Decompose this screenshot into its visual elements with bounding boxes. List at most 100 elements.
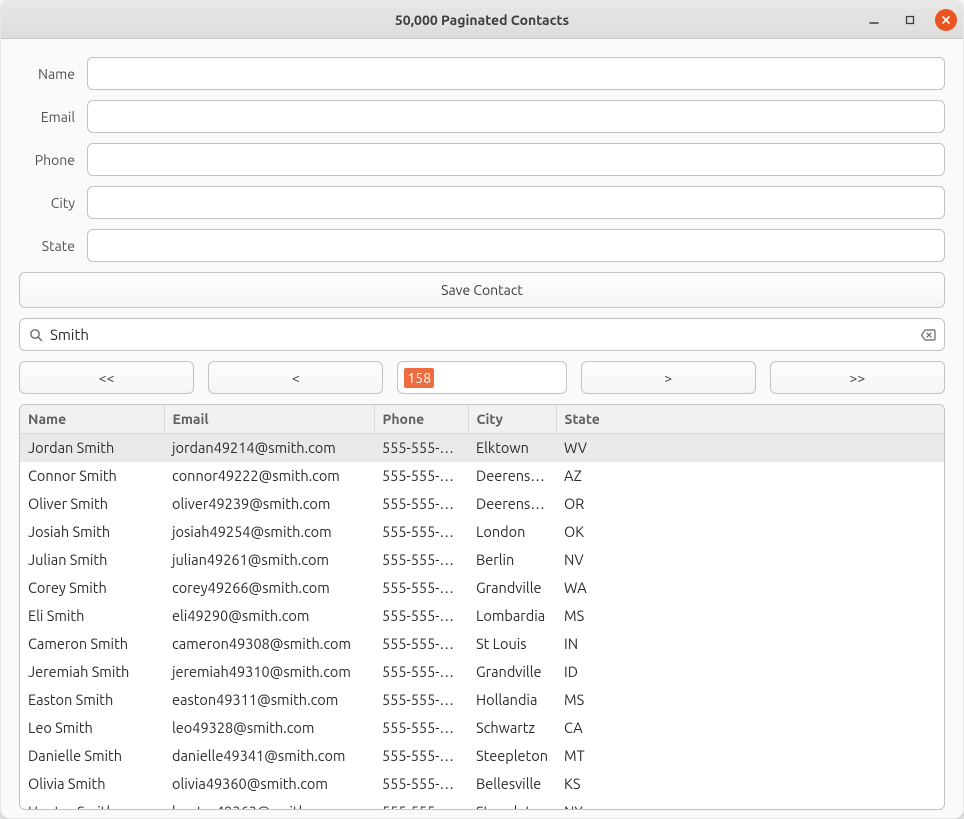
header-state[interactable]: State	[556, 405, 944, 434]
table-row[interactable]: Jeremiah Smithjeremiah49310@smith.com555…	[20, 658, 944, 686]
table-row[interactable]: Easton Smitheaston49311@smith.com555-555…	[20, 686, 944, 714]
cell-phone: 555-555-5555	[374, 490, 468, 518]
state-label: State	[19, 238, 75, 254]
cell-name: Leo Smith	[20, 714, 164, 742]
save-button[interactable]: Save Contact	[19, 272, 945, 308]
name-input[interactable]	[87, 57, 945, 90]
header-email[interactable]: Email	[164, 405, 374, 434]
cell-city: Grandville	[468, 574, 556, 602]
cell-phone: 555-555-5555	[374, 462, 468, 490]
save-button-wrap: Save Contact	[19, 272, 945, 308]
table-row[interactable]: Danielle Smithdanielle49341@smith.com555…	[20, 742, 944, 770]
name-label: Name	[19, 66, 75, 82]
email-label: Email	[19, 109, 75, 125]
cell-city: Steepleton	[468, 742, 556, 770]
cell-phone: 555-555-5555	[374, 546, 468, 574]
state-input[interactable]	[87, 229, 945, 262]
header-phone[interactable]: Phone	[374, 405, 468, 434]
table-row[interactable]: Oliver Smitholiver49239@smith.com555-555…	[20, 490, 944, 518]
cell-name: Olivia Smith	[20, 770, 164, 798]
state-row: State	[19, 229, 945, 262]
cell-state: WA	[556, 574, 944, 602]
phone-row: Phone	[19, 143, 945, 176]
search-icon	[28, 327, 44, 343]
last-page-button[interactable]: >>	[770, 361, 945, 394]
cell-name: Hunter Smith	[20, 798, 164, 810]
cell-city: Grandville	[468, 658, 556, 686]
cell-state: IN	[556, 630, 944, 658]
cell-city: Schwartz	[468, 714, 556, 742]
cell-email: corey49266@smith.com	[164, 574, 374, 602]
cell-phone: 555-555-5555	[374, 686, 468, 714]
cell-state: NV	[556, 546, 944, 574]
email-input[interactable]	[87, 100, 945, 133]
cell-email: jordan49214@smith.com	[164, 434, 374, 463]
cell-name: Jordan Smith	[20, 434, 164, 463]
cell-city: Deerenstein	[468, 462, 556, 490]
table-row[interactable]: Hunter Smithhunter49363@smith.com555-555…	[20, 798, 944, 810]
table-row[interactable]: Eli Smitheli49290@smith.com555-555-5555L…	[20, 602, 944, 630]
cell-email: josiah49254@smith.com	[164, 518, 374, 546]
minimize-icon	[867, 13, 881, 27]
clear-search-button[interactable]	[920, 327, 936, 343]
cell-name: Julian Smith	[20, 546, 164, 574]
cell-phone: 555-555-5555	[374, 770, 468, 798]
cell-email: danielle49341@smith.com	[164, 742, 374, 770]
cell-email: olivia49360@smith.com	[164, 770, 374, 798]
cell-email: julian49261@smith.com	[164, 546, 374, 574]
table-row[interactable]: Connor Smithconnor49222@smith.com555-555…	[20, 462, 944, 490]
maximize-button[interactable]	[899, 9, 921, 31]
search-field	[19, 318, 945, 351]
cell-phone: 555-555-5555	[374, 602, 468, 630]
backspace-icon	[920, 328, 936, 342]
cell-city: Steepleton	[468, 798, 556, 810]
cell-city: St Louis	[468, 630, 556, 658]
cell-email: easton49311@smith.com	[164, 686, 374, 714]
table-row[interactable]: Cameron Smithcameron49308@smith.com555-5…	[20, 630, 944, 658]
minimize-button[interactable]	[863, 9, 885, 31]
cell-phone: 555-555-5555	[374, 714, 468, 742]
first-page-button[interactable]: <<	[19, 361, 194, 394]
cell-name: Connor Smith	[20, 462, 164, 490]
table-row[interactable]: Corey Smithcorey49266@smith.com555-555-5…	[20, 574, 944, 602]
cell-state: MS	[556, 602, 944, 630]
app-window: 50,000 Paginated Contacts	[0, 0, 964, 819]
city-input[interactable]	[87, 186, 945, 219]
close-button[interactable]	[935, 9, 957, 31]
cell-email: leo49328@smith.com	[164, 714, 374, 742]
maximize-icon	[903, 13, 917, 27]
phone-input[interactable]	[87, 143, 945, 176]
cell-name: Easton Smith	[20, 686, 164, 714]
cell-name: Corey Smith	[20, 574, 164, 602]
header-name[interactable]: Name	[20, 405, 164, 434]
cell-phone: 555-555-5555	[374, 434, 468, 463]
cell-name: Oliver Smith	[20, 490, 164, 518]
cell-email: oliver49239@smith.com	[164, 490, 374, 518]
close-icon	[940, 14, 952, 26]
cell-phone: 555-555-5555	[374, 630, 468, 658]
table-row[interactable]: Julian Smithjulian49261@smith.com555-555…	[20, 546, 944, 574]
cell-state: OR	[556, 490, 944, 518]
header-city[interactable]: City	[468, 405, 556, 434]
cell-state: ID	[556, 658, 944, 686]
table-row[interactable]: Olivia Smitholivia49360@smith.com555-555…	[20, 770, 944, 798]
cell-city: Lombardia	[468, 602, 556, 630]
table-row[interactable]: Josiah Smithjosiah49254@smith.com555-555…	[20, 518, 944, 546]
cell-city: Bellesville	[468, 770, 556, 798]
email-row: Email	[19, 100, 945, 133]
cell-email: jeremiah49310@smith.com	[164, 658, 374, 686]
next-page-button[interactable]: >	[581, 361, 756, 394]
search-input[interactable]	[19, 318, 945, 351]
cell-name: Josiah Smith	[20, 518, 164, 546]
cell-email: cameron49308@smith.com	[164, 630, 374, 658]
cell-email: connor49222@smith.com	[164, 462, 374, 490]
table-row[interactable]: Leo Smithleo49328@smith.com555-555-5555S…	[20, 714, 944, 742]
window-controls	[863, 1, 957, 39]
table-row[interactable]: Jordan Smithjordan49214@smith.com555-555…	[20, 434, 944, 463]
prev-page-button[interactable]: <	[208, 361, 383, 394]
cell-state: MT	[556, 742, 944, 770]
name-row: Name	[19, 57, 945, 90]
cell-state: WV	[556, 434, 944, 463]
cell-email: eli49290@smith.com	[164, 602, 374, 630]
page-number-input[interactable]: 158	[397, 361, 566, 394]
